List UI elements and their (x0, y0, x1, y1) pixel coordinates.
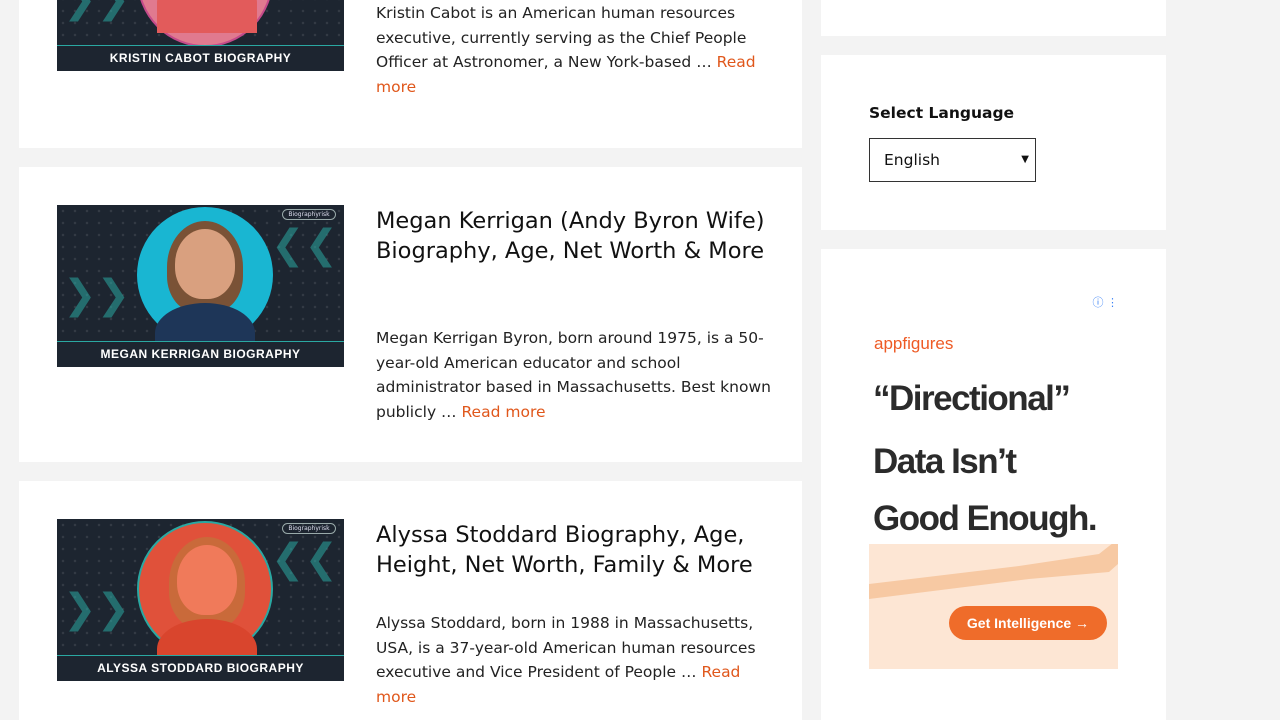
post-thumbnail[interactable]: ❯❯ KRISTIN CABOT BIOGRAPHY (57, 0, 344, 71)
post-title-link[interactable]: Alyssa Stoddard Biography, Age, Height, … (376, 520, 776, 580)
thumbnail-caption: MEGAN KERRIGAN BIOGRAPHY (57, 341, 344, 367)
chevron-decoration-icon: ❮❮ (270, 536, 338, 582)
chevron-decoration-icon: ❯❯ (63, 272, 131, 318)
excerpt-text: Kristin Cabot is an American human resou… (376, 4, 747, 71)
ad-headline-line-3: Good Enough. (873, 499, 1098, 538)
post-card-megan-kerrigan: ❯❯ ❮❮ Biographyrisk MEGAN KERRIGAN BIOGR… (19, 167, 802, 462)
excerpt-text: Megan Kerrigan Byron, born around 1975, … (376, 329, 771, 421)
read-more-link[interactable]: Read more (461, 403, 545, 421)
ad-info-icon[interactable]: ⓘ ⋮ (1093, 294, 1119, 310)
site-logo-badge: Biographyrisk (282, 523, 336, 534)
ad-brand-logo: appfigures (874, 334, 954, 353)
post-card-alyssa-stoddard: ❯❯ ❮❮ Biographyrisk ALYSSA STODDARD BIOG… (19, 481, 802, 720)
post-excerpt: Alyssa Stoddard, born in 1988 in Massach… (376, 611, 771, 709)
language-value: English (884, 151, 940, 169)
post-excerpt: Kristin Cabot is an American human resou… (376, 1, 771, 99)
thumbnail-caption: KRISTIN CABOT BIOGRAPHY (57, 45, 344, 71)
sidebar-widget-top (821, 0, 1166, 36)
ad-headline-line-2: Data Isn’t (873, 442, 1017, 481)
post-excerpt: Megan Kerrigan Byron, born around 1975, … (376, 326, 771, 424)
site-logo-badge: Biographyrisk (282, 209, 336, 220)
sidebar-language-widget: Select Language English ▼ (821, 55, 1166, 230)
ad-headline-line-1: “Directional” (873, 379, 1071, 418)
post-title-link[interactable]: Megan Kerrigan (Andy Byron Wife) Biograp… (376, 206, 776, 266)
portrait-circle (137, 207, 273, 363)
portrait-body (157, 0, 257, 33)
post-thumbnail[interactable]: ❯❯ ❮❮ Biographyrisk MEGAN KERRIGAN BIOGR… (57, 205, 344, 367)
language-label: Select Language (869, 104, 1015, 122)
chevron-decoration-icon: ❮❮ (270, 222, 338, 268)
portrait-face (177, 545, 237, 615)
post-thumbnail[interactable]: ❯❯ ❮❮ Biographyrisk ALYSSA STODDARD BIOG… (57, 519, 344, 681)
get-intelligence-button[interactable]: Get Intelligence → (949, 606, 1107, 640)
excerpt-text: Alyssa Stoddard, born in 1988 in Massach… (376, 614, 756, 681)
chevron-decoration-icon: ❯❯ (63, 586, 131, 632)
sidebar-ad-widget: ⓘ ⋮ appfigures “Directional” Data Isn’t … (821, 249, 1166, 720)
portrait-face (175, 229, 235, 299)
chevron-decoration-icon: ❯❯ (63, 0, 130, 19)
portrait-circle (137, 521, 273, 679)
thumbnail-caption: ALYSSA STODDARD BIOGRAPHY (57, 655, 344, 681)
chevron-down-icon: ▼ (1021, 154, 1029, 165)
language-select[interactable]: English ▼ (869, 138, 1036, 182)
advertisement[interactable]: ⓘ ⋮ appfigures “Directional” Data Isn’t … (869, 294, 1118, 669)
post-card-kristin-cabot: ❯❯ KRISTIN CABOT BIOGRAPHY Kristin Cabot… (19, 0, 802, 148)
